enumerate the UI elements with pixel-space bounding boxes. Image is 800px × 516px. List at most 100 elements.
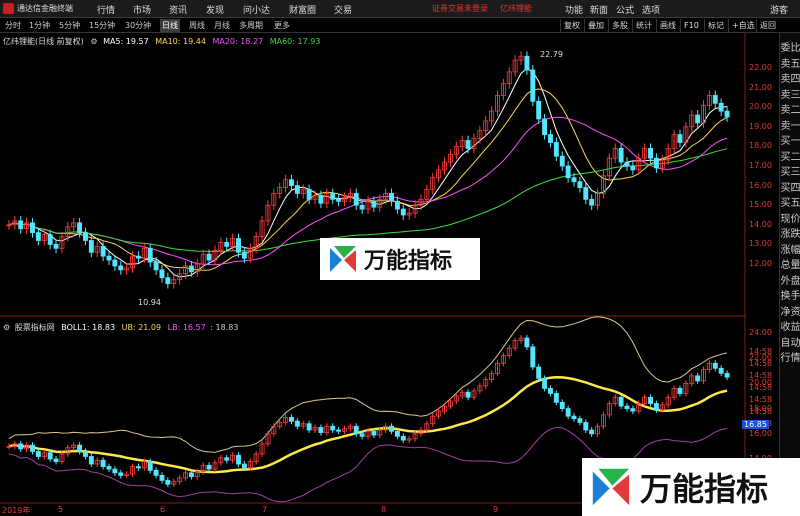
tab-daily[interactable]: 日线	[160, 19, 180, 32]
adjust-button[interactable]: 复权	[560, 19, 583, 32]
side-panel-item[interactable]: 卖三	[780, 88, 800, 104]
side-panel-item[interactable]: 卖一	[780, 119, 800, 135]
sub-axis-label: 16.00	[749, 428, 772, 438]
candle-body	[548, 134, 553, 143]
tab-5min[interactable]: 5分钟	[57, 19, 82, 32]
menu-new-layout[interactable]: 新面	[590, 3, 608, 16]
tab-15min[interactable]: 15分钟	[87, 19, 117, 32]
side-panel-item[interactable]: 外盘	[780, 274, 800, 290]
menu-news[interactable]: 资讯	[169, 3, 187, 16]
menu-trade[interactable]: 交易	[334, 3, 352, 16]
menu-quotes[interactable]: 行情	[97, 3, 115, 16]
boll-candle-body	[330, 425, 336, 431]
boll-candle-body	[106, 466, 112, 470]
login-notice[interactable]: 证券交易未登录	[432, 3, 488, 14]
boll-candle-body	[553, 393, 559, 403]
boll-candle-body	[188, 472, 194, 478]
side-panel-item[interactable]: 换手	[780, 289, 800, 305]
candle-body	[465, 140, 471, 149]
candle-body	[589, 198, 595, 206]
side-panel-item[interactable]: 现价	[780, 212, 800, 228]
boll-candle-body	[153, 469, 159, 476]
side-panel-item[interactable]: 涨跌	[780, 227, 800, 243]
back-button[interactable]: 返回	[756, 19, 779, 32]
menu-formula[interactable]: 公式	[616, 3, 634, 16]
settings-gear-icon[interactable]: ⚙	[90, 37, 97, 46]
price-axis-label: 13.00	[749, 239, 772, 249]
boll-candle-body	[548, 388, 553, 394]
boll-candle-body	[336, 429, 342, 432]
side-panel-item[interactable]: 买一	[780, 134, 800, 150]
tab-intraday[interactable]: 分时	[3, 19, 23, 32]
side-panel-item[interactable]: 净资	[780, 305, 800, 321]
lb-value: LB: 16.57	[167, 323, 206, 332]
tab-monthly[interactable]: 月线	[212, 19, 232, 32]
side-panel-item[interactable]: 卖四	[780, 72, 800, 88]
tab-more[interactable]: 更多	[272, 19, 292, 32]
tab-1min[interactable]: 1分钟	[27, 19, 52, 32]
watermark-corner: 万能指标	[582, 458, 800, 516]
ma60-value: MA60: 17.93	[269, 37, 321, 46]
watermark-text: 万能指标	[364, 249, 453, 274]
side-panel-item[interactable]: 卖二	[780, 103, 800, 119]
chart-title: 亿纬锂能(日线 前复权)	[3, 37, 84, 46]
boll-candle-body	[624, 405, 630, 409]
candle-body	[318, 194, 324, 204]
side-panel-item[interactable]: 总量	[780, 258, 800, 274]
menu-function[interactable]: 功能	[565, 3, 583, 16]
menu-discover[interactable]: 发现	[206, 3, 224, 16]
candle-body	[695, 114, 701, 124]
date-axis-label: 9	[493, 505, 499, 514]
candle-body	[224, 242, 230, 247]
overlay-button[interactable]: 叠加	[584, 19, 607, 32]
side-panel-item[interactable]: 委比	[780, 41, 800, 57]
menu-wealth-circle[interactable]: 财富圈	[289, 3, 316, 16]
side-panel-item[interactable]: 买二	[780, 150, 800, 166]
ub-value: UB: 21.09	[121, 323, 162, 332]
mark-button[interactable]: 标记	[704, 19, 727, 32]
candle-body	[394, 200, 400, 210]
side-panel-item[interactable]: 买三	[780, 165, 800, 181]
boll-candle-body	[630, 408, 636, 412]
menu-market[interactable]: 市场	[133, 3, 151, 16]
ma10-value: MA10: 19.44	[155, 37, 206, 46]
side-panel-item[interactable]: 行情	[780, 351, 800, 367]
side-panel-item[interactable]: 卖五	[780, 57, 800, 73]
boll-candle-body	[559, 401, 565, 409]
quote-side-panel[interactable]: 委比 卖五 卖四 卖三 卖二 卖一 买一 买二 买三 买四 买五 现价 涨跌 涨幅 总量 外盘 换手 净资 收益 自动…	[779, 33, 800, 516]
boll-candle-body	[241, 463, 247, 469]
boll-candle-body	[53, 458, 59, 462]
boll-candle-body	[565, 408, 571, 417]
price-axis-label: 12.00	[749, 259, 772, 268]
draw-line-button[interactable]: 画线	[656, 19, 679, 32]
boll-candle-body	[236, 454, 241, 465]
price-axis-label: 14.00	[749, 219, 772, 229]
price-axis-label: 15.00	[749, 200, 772, 210]
tab-weekly[interactable]: 周线	[187, 19, 207, 32]
side-panel-item[interactable]: 买五	[780, 196, 800, 212]
side-panel-item[interactable]: 收益	[780, 320, 800, 336]
side-panel-item[interactable]: 涨幅	[780, 243, 800, 259]
candle-body	[712, 95, 718, 104]
stock-name-notice[interactable]: 亿纬锂能	[500, 3, 532, 14]
candle-body	[653, 157, 659, 169]
add-watchlist-button[interactable]: +自选	[728, 19, 758, 32]
candle-body	[559, 155, 565, 167]
candle-body	[624, 161, 630, 167]
multi-stock-button[interactable]: 多股	[608, 19, 631, 32]
f10-button[interactable]: F10	[680, 19, 702, 32]
stats-button[interactable]: 统计	[632, 19, 655, 32]
tab-multi-period[interactable]: 多周期	[237, 19, 265, 32]
guest-label[interactable]: 游客	[770, 3, 788, 16]
boll-candle-body	[147, 461, 153, 471]
menu-ask-xiaoda[interactable]: 问小达	[243, 3, 270, 16]
side-panel-item[interactable]: 自动	[780, 336, 800, 352]
menu-options[interactable]: 选项	[642, 3, 660, 16]
sub-settings-gear-icon[interactable]: ⚙	[3, 323, 10, 332]
side-panel-item[interactable]: 买四	[780, 181, 800, 197]
boll-candle-body	[389, 425, 395, 432]
candle-body	[30, 222, 35, 234]
tab-30min[interactable]: 30分钟	[123, 19, 153, 32]
boll-candle-body	[18, 443, 24, 450]
candle-body	[294, 185, 300, 194]
